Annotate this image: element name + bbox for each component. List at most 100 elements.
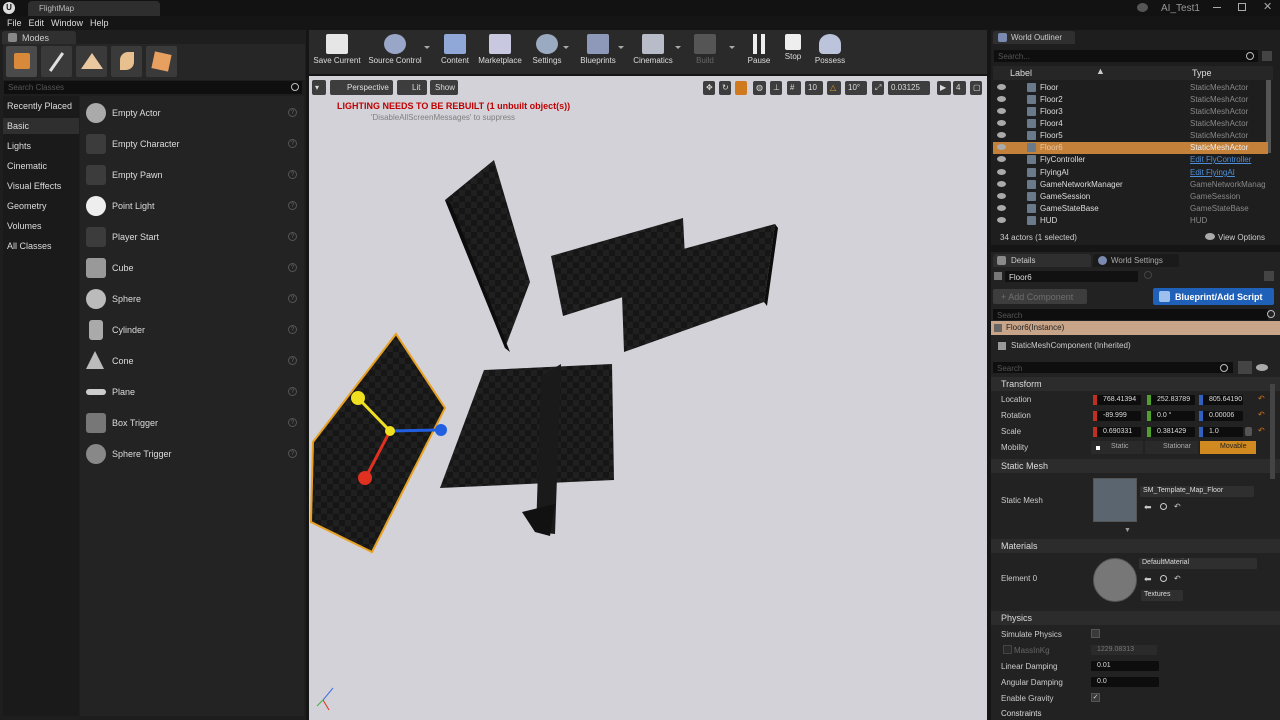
enable-gravity-checkbox[interactable]: ✓: [1091, 693, 1100, 702]
menu-window[interactable]: Window: [51, 16, 90, 30]
table-row[interactable]: Floor3 StaticMeshActor: [993, 106, 1268, 118]
lock-icon[interactable]: [1245, 427, 1252, 436]
mesh-thumbnail[interactable]: [1093, 478, 1137, 522]
eye-icon[interactable]: [997, 217, 1006, 223]
floor-mesh[interactable]: [440, 364, 614, 488]
table-row[interactable]: Floor StaticMeshActor: [993, 82, 1268, 94]
scale-snap-value[interactable]: 0.03125: [888, 81, 930, 95]
reset-icon[interactable]: ↶: [1174, 574, 1181, 583]
eye-icon[interactable]: [997, 205, 1006, 211]
stop-button[interactable]: Stop: [779, 32, 807, 72]
list-item[interactable]: Plane?: [80, 377, 304, 406]
level-tab[interactable]: FlightMap: [28, 1, 160, 16]
help-icon[interactable]: ?: [288, 294, 297, 303]
list-item[interactable]: Sphere?: [80, 284, 304, 313]
scale-label[interactable]: Scale: [1001, 427, 1021, 436]
viewport-options-icon[interactable]: ▾: [312, 80, 326, 95]
eye-icon[interactable]: [1256, 364, 1268, 371]
settings-button[interactable]: Settings: [529, 32, 565, 72]
eye-icon[interactable]: [997, 132, 1006, 138]
list-item[interactable]: Empty Pawn?: [80, 160, 304, 189]
list-item[interactable]: Cylinder?: [80, 315, 304, 344]
help-icon[interactable]: ?: [288, 263, 297, 272]
instance-row[interactable]: Floor6(Instance): [991, 321, 1280, 335]
reset-icon[interactable]: ↶: [1258, 410, 1265, 419]
show-button[interactable]: Show: [430, 80, 458, 95]
scale-icon[interactable]: [735, 81, 747, 95]
physics-section[interactable]: Physics: [991, 611, 1280, 625]
lit-button[interactable]: Lit: [397, 80, 427, 95]
eye-icon[interactable]: [997, 156, 1006, 162]
property-matrix-icon[interactable]: [1238, 361, 1252, 374]
rotation-snap-icon[interactable]: △: [827, 81, 841, 95]
source-control-button[interactable]: Source Control: [365, 32, 425, 72]
geometry-mode-icon[interactable]: [146, 46, 177, 77]
pause-button[interactable]: Pause: [744, 32, 774, 72]
table-row[interactable]: FlyController Edit FlyController: [993, 154, 1268, 166]
x-gizmo-handle[interactable]: [358, 471, 372, 485]
help-icon[interactable]: ?: [288, 356, 297, 365]
sort-icon[interactable]: ▲: [1096, 66, 1105, 76]
textures-dropdown[interactable]: Textures: [1141, 590, 1183, 601]
reset-icon[interactable]: ↶: [1258, 394, 1265, 403]
location-y-field[interactable]: 252.83789: [1151, 395, 1195, 405]
type-column-header[interactable]: Type: [1192, 68, 1212, 78]
eye-icon[interactable]: [997, 169, 1006, 175]
eye-icon[interactable]: [997, 84, 1006, 90]
scale-x-field[interactable]: 0.690331: [1097, 427, 1141, 437]
category-all-classes[interactable]: All Classes: [3, 238, 79, 254]
table-row[interactable]: Floor2 StaticMeshActor: [993, 94, 1268, 106]
perspective-button[interactable]: Perspective: [330, 80, 393, 95]
z-gizmo-handle[interactable]: [435, 424, 447, 436]
browse-icon[interactable]: ⬅: [1144, 574, 1152, 585]
details-scrollbar[interactable]: [1270, 384, 1275, 479]
location-z-field[interactable]: 805.64190: [1203, 395, 1243, 405]
eye-icon[interactable]: [997, 193, 1006, 199]
outliner-settings-icon[interactable]: [1262, 51, 1272, 61]
translate-icon[interactable]: ✥: [703, 81, 715, 95]
details-search-input[interactable]: Search: [993, 362, 1233, 373]
list-item[interactable]: Point Light?: [80, 191, 304, 220]
search-icon[interactable]: [1160, 503, 1167, 510]
paint-mode-icon[interactable]: [41, 46, 72, 77]
help-icon[interactable]: ?: [288, 201, 297, 210]
table-row[interactable]: GameNetworkManager GameNetworkManag: [993, 179, 1268, 191]
list-item[interactable]: Sphere Trigger?: [80, 439, 304, 468]
y-gizmo-handle[interactable]: [351, 391, 365, 405]
eye-icon[interactable]: [997, 96, 1006, 102]
menu-edit[interactable]: Edit: [29, 16, 52, 30]
floor-mesh[interactable]: [445, 160, 530, 348]
materials-section[interactable]: Materials: [991, 539, 1280, 553]
component-row[interactable]: StaticMeshComponent (Inherited): [1011, 341, 1131, 350]
table-row-selected[interactable]: Floor6 StaticMeshActor: [993, 142, 1268, 154]
material-dropdown[interactable]: DefaultMaterial: [1139, 558, 1257, 569]
material-thumbnail[interactable]: [1093, 558, 1137, 602]
blueprint-add-script-button[interactable]: Blueprint/Add Script: [1153, 288, 1274, 305]
marketplace-button[interactable]: Marketplace: [476, 32, 524, 72]
menu-help[interactable]: Help: [90, 16, 116, 30]
search-classes-input[interactable]: Search Classes: [4, 81, 302, 94]
list-item[interactable]: Box Trigger?: [80, 408, 304, 437]
angular-damping-field[interactable]: 0.0: [1091, 677, 1159, 687]
possess-button[interactable]: Possess: [812, 32, 848, 72]
list-item[interactable]: Empty Character?: [80, 129, 304, 158]
browse-icon[interactable]: ⬅: [1144, 502, 1152, 513]
list-item[interactable]: Cube?: [80, 253, 304, 282]
maximize-viewport-icon[interactable]: ▢: [970, 81, 982, 95]
mass-override-checkbox[interactable]: [1003, 645, 1012, 654]
scale-snap-icon[interactable]: ⤢: [872, 81, 884, 95]
rotation-snap-value[interactable]: 10°: [845, 81, 867, 95]
scale-y-field[interactable]: 0.381429: [1151, 427, 1195, 437]
category-lights[interactable]: Lights: [3, 138, 79, 154]
minimize-icon[interactable]: [1213, 7, 1221, 8]
source-control-icon[interactable]: [1137, 3, 1148, 12]
table-row[interactable]: Floor4 StaticMeshActor: [993, 118, 1268, 130]
table-row[interactable]: GameSession GameSession: [993, 191, 1268, 203]
category-visual-effects[interactable]: Visual Effects: [3, 178, 79, 194]
selected-floor6-mesh[interactable]: [309, 332, 447, 554]
location-x-field[interactable]: 768.41394: [1097, 395, 1141, 405]
expand-icon[interactable]: ▼: [1124, 527, 1131, 534]
grid-icon[interactable]: [1264, 271, 1274, 281]
help-icon[interactable]: ?: [288, 387, 297, 396]
camera-speed-value[interactable]: 4: [953, 81, 966, 95]
